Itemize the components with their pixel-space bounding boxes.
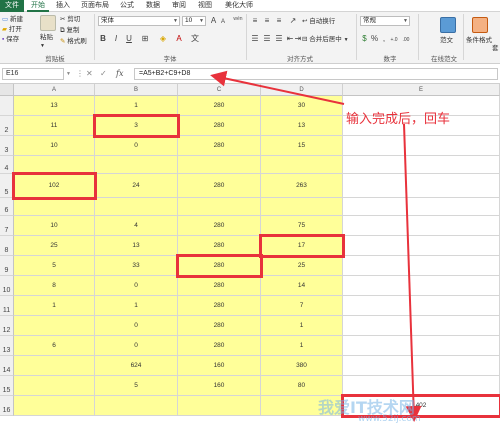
arrow-to-result (403, 123, 422, 422)
arrow-to-formula (210, 70, 345, 105)
annotation-arrows (210, 70, 422, 422)
watermark-url: www.52ij.com (358, 414, 421, 424)
annotation-text: 输入完成后，回车 (346, 112, 451, 127)
